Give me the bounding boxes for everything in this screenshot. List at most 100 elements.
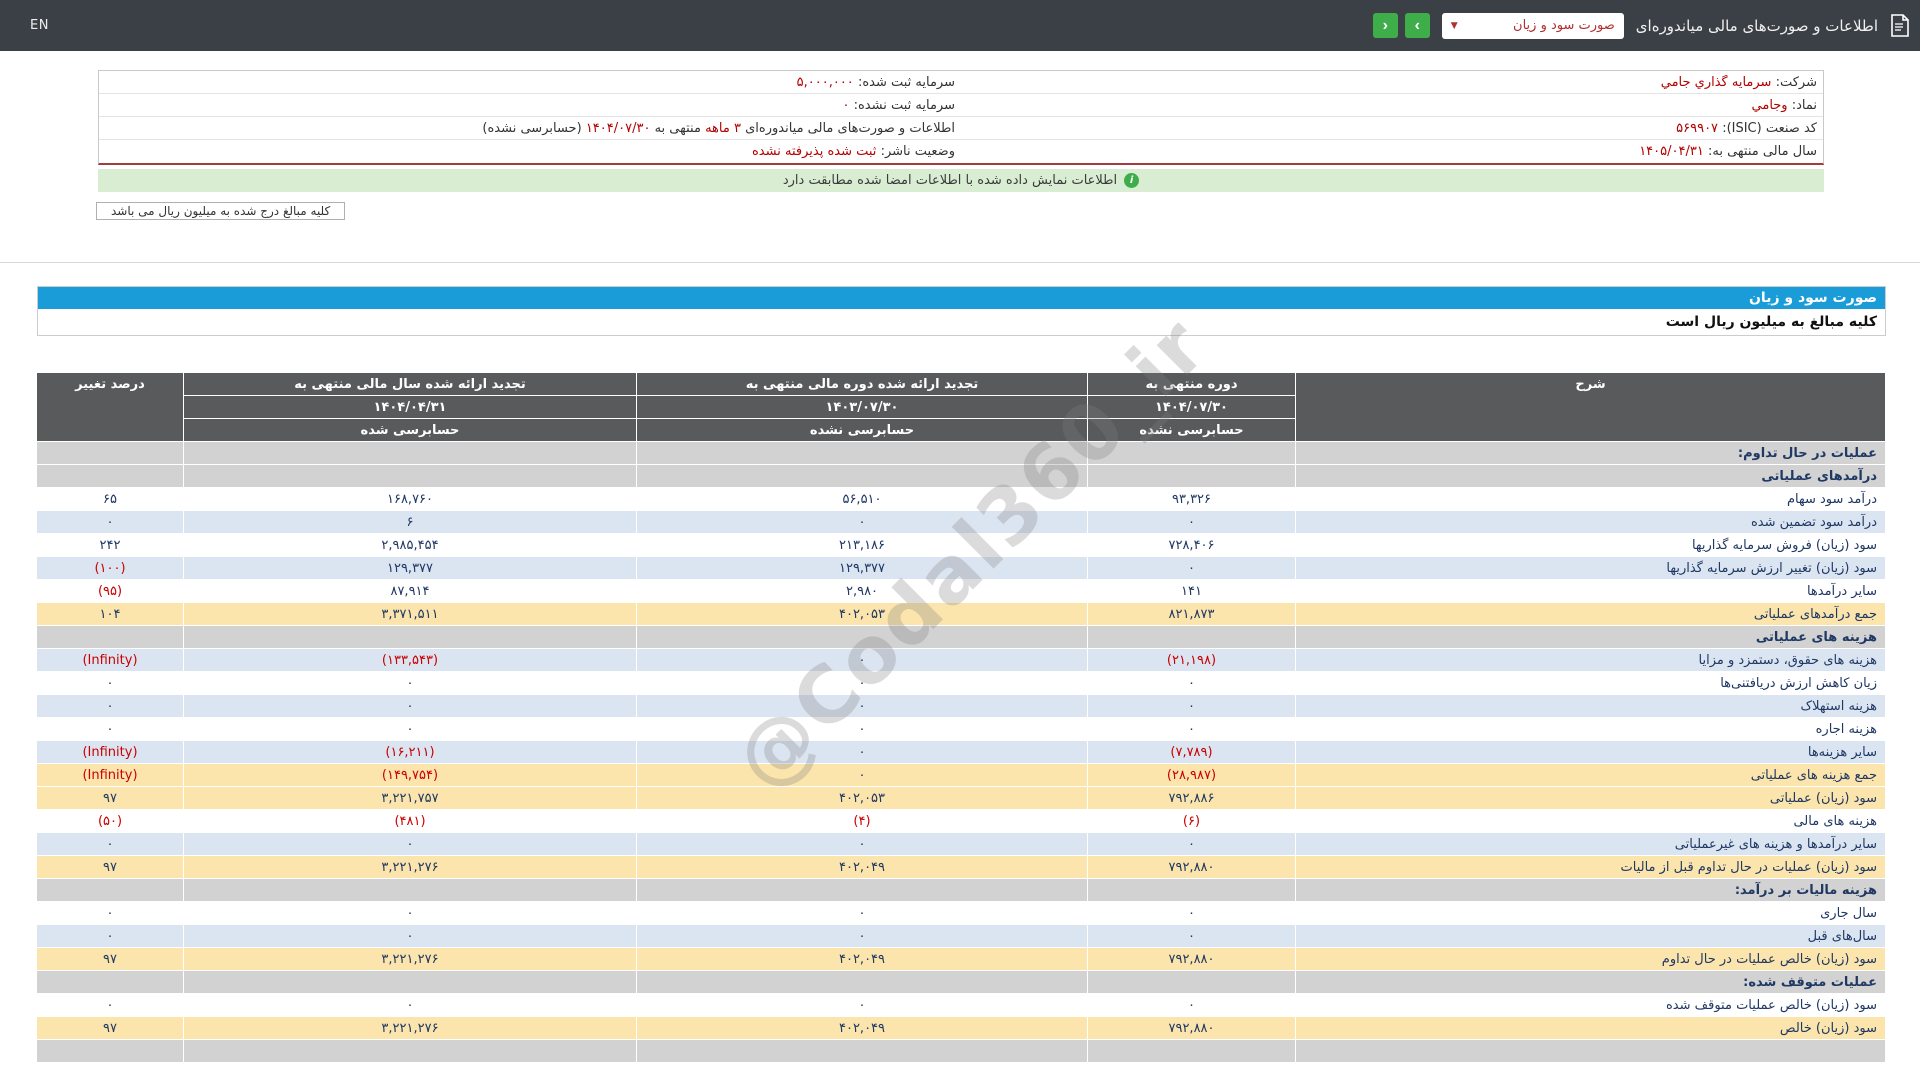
signed-match-notice: i اطلاعات نمایش داده شده با اطلاعات امضا… xyxy=(98,169,1824,192)
row-value: ۱۲۹,۳۷۷ xyxy=(183,556,637,580)
statement-area: صورت سود و زیان کلیه مبالغ به میلیون ریا… xyxy=(36,286,1886,1063)
row-label: درآمد سود سهام xyxy=(1295,487,1886,511)
row-label: هزینه استهلاک xyxy=(1295,694,1886,718)
row-value xyxy=(636,441,1088,465)
table-row: سود (زیان) عملیات در حال تداوم قبل از ما… xyxy=(36,855,1886,879)
row-value: (۶) xyxy=(1087,809,1296,833)
row-value: ۷۲۸,۴۰۶ xyxy=(1087,533,1296,557)
header-restated-year: تجدید ارائه شده سال مالی منتهی به xyxy=(183,372,637,396)
unregistered-capital-field: سرمایه ثبت نشده: ۰ xyxy=(99,98,961,113)
table-row: سال‌های قبل ۰ ۰ ۰ ۰ xyxy=(36,924,1886,948)
row-value: ۰ xyxy=(36,510,184,534)
report-type-select[interactable]: صورت سود و زیان ▼ xyxy=(1441,12,1624,39)
table-row: زیان کاهش ارزش دریافتنی‌ها ۰ ۰ ۰ ۰ xyxy=(36,671,1886,695)
row-value: (Infinity) xyxy=(36,648,184,672)
row-value: ۶۵ xyxy=(36,487,184,511)
row-label: هزینه های حقوق، دستمزد و مزایا xyxy=(1295,648,1886,672)
row-label: سال‌های قبل xyxy=(1295,924,1886,948)
row-label: سایر درآمدها و هزینه های غیرعملیاتی xyxy=(1295,832,1886,856)
row-value xyxy=(1087,970,1296,994)
row-value: ۸۷,۹۱۴ xyxy=(183,579,637,603)
table-row: جمع هزینه های عملیاتی (۲۸,۹۸۷) ۰ (۱۴۹,۷۵۴)(… xyxy=(36,763,1886,787)
company-info-panel: شرکت: سرمایه گذاري جامي سرمایه ثبت شده: … xyxy=(98,70,1824,165)
row-value: ۹۷ xyxy=(36,1016,184,1040)
info-label: نماد: xyxy=(1791,97,1817,113)
row-value: ۰ xyxy=(636,740,1088,764)
row-value: ۲۱۳,۱۸۶ xyxy=(636,533,1088,557)
row-value: (۱۰۰) xyxy=(36,556,184,580)
row-label: سود (زیان) خالص عملیات متوقف شده xyxy=(1295,993,1886,1017)
info-row: سال مالی منتهی به: ۱۴۰۵/۰۴/۳۱ وضعیت ناشر… xyxy=(99,140,1823,163)
table-row: سایر درآمدها و هزینه های غیرعملیاتی ۰ ۰ ۰ ۰ xyxy=(36,832,1886,856)
period-end-date: ۱۴۰۴/۰۷/۳۰ xyxy=(585,120,651,136)
pl-rows: عملیات در حال تداوم: درآمدهای عملیاتی درآم… xyxy=(36,441,1886,1063)
info-row: نماد: وجامي سرمایه ثبت نشده: ۰ xyxy=(99,94,1823,117)
row-value: ۰ xyxy=(183,901,637,925)
section-row: هزینه های عملیاتی xyxy=(36,625,1886,649)
table-row: سود (زیان) خالص ۷۹۲,۸۸۰ ۴۰۲,۰۴۹ ۳,۲۲۱,۲۷۶ ۹۷ xyxy=(36,1016,1886,1040)
row-value: ۴۰۲,۰۴۹ xyxy=(636,1016,1088,1040)
row-value: ۰ xyxy=(183,924,637,948)
row-value: (۱۳۳,۵۴۳) xyxy=(183,648,637,672)
row-value xyxy=(1087,1039,1296,1063)
row-value: ۰ xyxy=(183,832,637,856)
row-value: ۶ xyxy=(183,510,637,534)
language-toggle[interactable]: EN xyxy=(30,18,49,33)
registered-capital-value: ۵,۰۰۰,۰۰۰ xyxy=(796,74,854,90)
row-value: ۱۴۱ xyxy=(1087,579,1296,603)
row-value: ۰ xyxy=(183,993,637,1017)
top-bar: اطلاعات و صورت‌های مالی میاندوره‌ای صورت… xyxy=(0,0,1920,51)
symbol-field: نماد: وجامي xyxy=(961,98,1823,113)
row-value: ۳,۲۲۱,۲۷۶ xyxy=(183,855,637,879)
row-value xyxy=(1087,625,1296,649)
row-value: ۴۰۲,۰۵۳ xyxy=(636,602,1088,626)
row-value: ۰ xyxy=(183,717,637,741)
row-value: ۳,۲۲۱,۷۵۷ xyxy=(183,786,637,810)
row-label xyxy=(1295,1039,1886,1063)
table-row: سود (زیان) خالص عملیات در حال تداوم ۷۹۲,۸… xyxy=(36,947,1886,971)
row-value: ۷۹۲,۸۸۰ xyxy=(1087,1016,1296,1040)
row-value xyxy=(36,625,184,649)
header-change-percent: درصد تغییر xyxy=(36,372,184,442)
prev-statement-button[interactable]: › xyxy=(1404,13,1430,38)
section-row: عملیات در حال تداوم: xyxy=(36,441,1886,465)
row-label: سایر هزینه‌ها xyxy=(1295,740,1886,764)
table-row: هزینه های حقوق، دستمزد و مزایا (۲۱,۱۹۸) ۰(… xyxy=(36,648,1886,672)
next-statement-button[interactable]: ‹ xyxy=(1372,13,1398,38)
row-label: هزینه مالیات بر درآمد: xyxy=(1295,878,1886,902)
row-value: (۴) xyxy=(636,809,1088,833)
table-row: سایر درآمدها ۱۴۱ ۲,۹۸۰ ۸۷,۹۱۴ (۹۵) xyxy=(36,579,1886,603)
row-value xyxy=(636,878,1088,902)
row-value xyxy=(636,625,1088,649)
row-value: ۸۲۱,۸۷۳ xyxy=(1087,602,1296,626)
divider xyxy=(0,262,1920,263)
table-row: هزینه های مالی (۶) (۴) (۴۸۱) (۵۰) xyxy=(36,809,1886,833)
period-info: اطلاعات و صورت‌های مالی میاندوره‌ای ۳ ما… xyxy=(99,121,961,136)
table-row: سود (زیان) عملیاتی ۷۹۲,۸۸۶ ۴۰۲,۰۵۳ ۳,۲۲۱,۷۵… xyxy=(36,786,1886,810)
row-label: عملیات در حال تداوم: xyxy=(1295,441,1886,465)
row-value: ۰ xyxy=(1087,510,1296,534)
company-name: سرمایه گذاري جامي xyxy=(1660,74,1772,90)
row-value: ۰ xyxy=(36,832,184,856)
row-value: ۳,۲۲۱,۲۷۶ xyxy=(183,947,637,971)
row-value: ۹۳,۳۲۶ xyxy=(1087,487,1296,511)
row-value: (۲۱,۱۹۸) xyxy=(1087,648,1296,672)
info-label: سرمایه ثبت نشده: xyxy=(853,97,955,113)
row-value: ۰ xyxy=(1087,671,1296,695)
row-label: هزینه های عملیاتی xyxy=(1295,625,1886,649)
row-value: ۱۶۸,۷۶۰ xyxy=(183,487,637,511)
statement-header-box: صورت سود و زیان کلیه مبالغ به میلیون ریا… xyxy=(37,286,1886,336)
row-value: (۵۰) xyxy=(36,809,184,833)
row-value: ۰ xyxy=(636,832,1088,856)
header-restated-year-audit: حسابرسی شده xyxy=(183,418,637,442)
row-label: درآمدهای عملیاتی xyxy=(1295,464,1886,488)
row-value: ۰ xyxy=(636,901,1088,925)
row-value: (۲۸,۹۸۷) xyxy=(1087,763,1296,787)
info-label: سال مالی منتهی به: xyxy=(1707,144,1817,159)
header-current-period-date: ۱۴۰۴/۰۷/۳۰ xyxy=(1087,395,1296,419)
row-label: درآمد سود تضمین شده xyxy=(1295,510,1886,534)
report-type-selected-value: صورت سود و زیان xyxy=(1513,18,1615,33)
info-label: شرکت: xyxy=(1775,74,1817,90)
table-row: جمع درآمدهای عملیاتی ۸۲۱,۸۷۳ ۴۰۲,۰۵۳ ۳,۳۷۱,… xyxy=(36,602,1886,626)
profit-loss-table: شرح دوره منتهی به تجدید ارائه شده دوره م… xyxy=(36,372,1886,1063)
